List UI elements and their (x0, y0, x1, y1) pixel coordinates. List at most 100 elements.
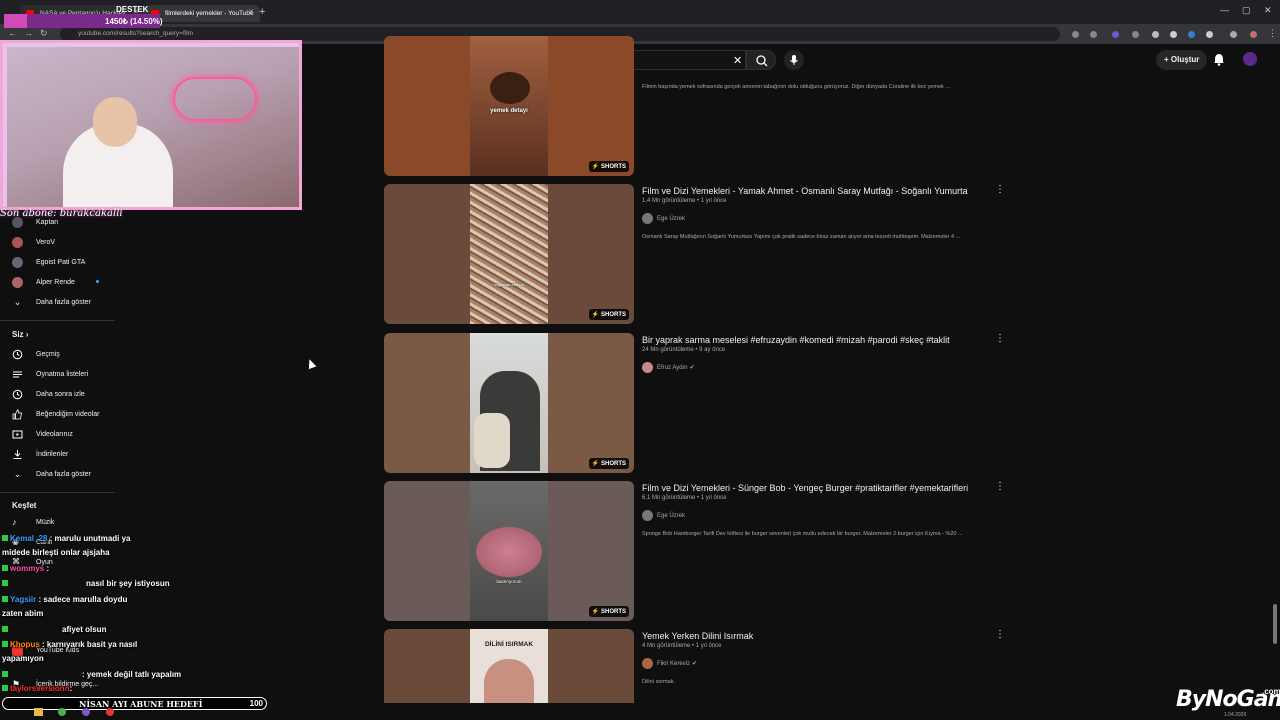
maximize-icon[interactable]: ▢ (1242, 5, 1251, 16)
result-description: Filmin başında yemek sofrasında gerçek a… (642, 84, 950, 90)
create-button[interactable]: + Oluştur (1156, 50, 1208, 70)
chevron-down-icon: ⌄ (13, 469, 22, 479)
sidebar-item-playlists[interactable]: Oynatma listeleri (0, 366, 118, 384)
extension-icon[interactable] (1152, 31, 1159, 38)
sidebar-item-liked-videos[interactable]: Beğendiğim videolar (0, 406, 118, 424)
sidebar-item-label: İndirilenler (36, 451, 69, 458)
sidebar-show-more-subscriptions[interactable]: ⌄ Daha fazla göster (0, 294, 118, 312)
shorts-badge-label: SHORTS (600, 609, 626, 615)
video-thumbnail[interactable]: ⚡ SHORTS (384, 333, 634, 473)
result-channel[interactable]: Ege Üzrek (642, 510, 685, 521)
sidebar-item-your-videos[interactable]: Videolarınız (0, 426, 118, 444)
app-icon[interactable] (82, 708, 90, 716)
chat-text: : marulu unutmadi ya (49, 534, 131, 543)
video-thumbnail[interactable]: yemek detayı ⚡ SHORTS (384, 36, 634, 176)
result-title[interactable]: Film ve Dizi Yemekleri - Sünger Bob - Ye… (642, 483, 982, 493)
sidebar-item-watch-later[interactable]: Daha sonra izle (0, 386, 118, 404)
search-result-4[interactable]: bastırıyorum ⚡ SHORTS Film ve Dizi Yemek… (384, 481, 1024, 623)
chat-badge-icon (2, 626, 8, 632)
search-result-1[interactable]: yemek detayı ⚡ SHORTS Filmin başında yem… (384, 36, 1024, 178)
chat-username: Yagsiir (10, 595, 37, 604)
extensions-puzzle-icon[interactable] (1206, 31, 1213, 38)
result-description: Osmanlı Saray Mutfağının Soğanlı Yumurta… (642, 234, 961, 240)
thumbs-up-icon (12, 409, 22, 420)
result-channel[interactable]: Efruz Aydın ✔ (642, 362, 695, 373)
chrome-icon[interactable] (58, 708, 66, 716)
close-window-icon[interactable]: ✕ (1264, 5, 1272, 16)
extension-icon[interactable] (1132, 31, 1139, 38)
search-result-5[interactable]: DİLİNİ ISIRMAK Yemek Yerken Dilini Isırm… (384, 629, 1024, 703)
reload-icon[interactable]: ↻ (40, 28, 48, 39)
notifications-bell-icon[interactable] (1213, 53, 1225, 66)
back-icon[interactable]: ← (8, 28, 17, 38)
sidebar-subscription-alper-rende[interactable]: Alper Rende (0, 274, 118, 292)
sidebar-item-label: Daha fazla göster (36, 299, 91, 306)
account-avatar[interactable] (1243, 52, 1257, 66)
cartoon-face (484, 659, 534, 703)
chat-text: nasıl bir şey istiyosun (86, 579, 170, 588)
video-thumbnail[interactable]: soğanları ekleyin ⚡ SHORTS (384, 184, 634, 324)
webcam-overlay (0, 40, 302, 210)
more-actions-icon[interactable]: ⋮ (995, 481, 1005, 492)
chat-message: : yemek değil tatlı yapalım (2, 670, 181, 679)
extension-icon[interactable] (1072, 31, 1079, 38)
sidebar-subscription-egoist-pati-gta[interactable]: Egoist Pati GTA (0, 254, 118, 272)
verified-badge-icon: ✔ (689, 365, 695, 372)
result-title[interactable]: Yemek Yerken Dilini Isırmak (642, 631, 982, 641)
bookmark-icon[interactable] (1090, 31, 1097, 38)
chat-text: : karnıyarık basit ya nasıl (42, 640, 138, 649)
close-tab-icon[interactable]: ✕ (248, 8, 254, 16)
sidebar-subscription-verov[interactable]: VeroV (0, 234, 118, 252)
sidebar-item-downloads[interactable]: İndirilenler (0, 446, 118, 464)
sidebar-you-heading[interactable]: Siz › (12, 330, 28, 339)
thumbnail-caption: yemek detayı (490, 108, 528, 114)
channel-name: Ege Üzrek (657, 513, 686, 520)
more-actions-icon[interactable]: ⋮ (995, 184, 1005, 195)
channel-name: Efruz Aydın (657, 365, 688, 372)
sidebar-show-more-you[interactable]: ⌄ Daha fazla göster (0, 466, 118, 484)
create-label: Oluştur (1170, 55, 1200, 64)
plus-icon: + (1164, 55, 1171, 64)
page-scrollbar[interactable] (1273, 604, 1277, 644)
person-figure (474, 413, 510, 468)
file-explorer-icon[interactable] (34, 708, 43, 716)
thumbnail-caption: soğanları ekleyin (493, 282, 525, 287)
shorts-badge-label: SHORTS (600, 461, 626, 467)
sidebar-item-label: Oynatma listeleri (36, 371, 89, 378)
more-actions-icon[interactable]: ⋮ (995, 333, 1005, 344)
extension-icon[interactable] (1188, 31, 1195, 38)
result-meta: 6,1 Mn görüntüleme • 1 yıl önce (642, 495, 727, 501)
video-thumbnail[interactable]: bastırıyorum ⚡ SHORTS (384, 481, 634, 621)
downloads-icon[interactable] (1230, 31, 1237, 38)
search-result-2[interactable]: soğanları ekleyin ⚡ SHORTS Film ve Dizi … (384, 184, 1024, 326)
chat-badge-icon (2, 565, 8, 571)
your-videos-icon (12, 430, 23, 439)
video-thumbnail[interactable]: DİLİNİ ISIRMAK (384, 629, 634, 703)
chat-badge-icon (2, 580, 8, 586)
browser-menu-icon[interactable]: ⋮ (1268, 28, 1277, 39)
thumbnail-image: soğanları ekleyin (470, 184, 548, 324)
sidebar-item-history[interactable]: Geçmiş (0, 346, 118, 364)
chat-badge-icon (2, 641, 8, 647)
result-title[interactable]: Bir yaprak sarma meselesi #efruzaydin #k… (642, 335, 982, 345)
extension-icon[interactable] (1170, 31, 1177, 38)
history-icon (12, 349, 23, 360)
result-channel[interactable]: Ege Üzrek (642, 213, 685, 224)
profile-icon[interactable] (1250, 31, 1257, 38)
search-result-3[interactable]: ⚡ SHORTS Bir yaprak sarma meselesi #efru… (384, 333, 1024, 475)
streamer-face (93, 97, 137, 147)
result-channel[interactable]: Fikri Kereviz ✔ (642, 658, 697, 669)
download-icon (13, 450, 22, 459)
chat-badge-icon (2, 685, 8, 691)
app-icon[interactable] (106, 708, 114, 716)
result-title[interactable]: Film ve Dizi Yemekleri - Yamak Ahmet - O… (642, 186, 982, 196)
new-tab-button[interactable]: + (259, 6, 265, 18)
thumbnail-image: bastırıyorum (470, 481, 548, 621)
extension-icon[interactable] (1112, 31, 1119, 38)
more-actions-icon[interactable]: ⋮ (995, 629, 1005, 640)
forward-icon[interactable]: → (24, 28, 33, 38)
sidebar-item-label: Müzik (36, 519, 55, 526)
chat-username: taylorsversionn (10, 684, 70, 693)
sidebar-divider (0, 320, 115, 321)
minimize-icon[interactable]: — (1220, 5, 1229, 15)
